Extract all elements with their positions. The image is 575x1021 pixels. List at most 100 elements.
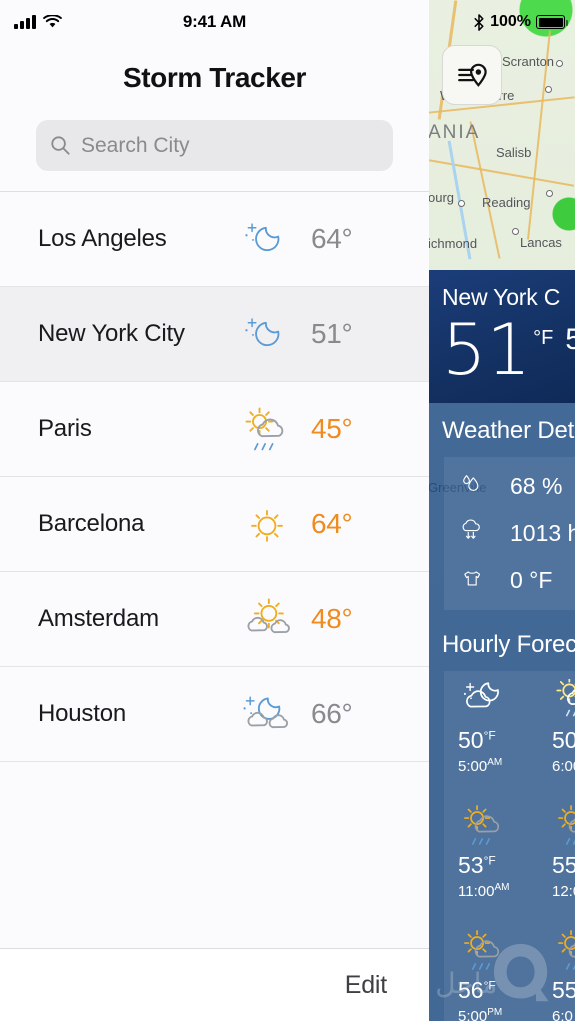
sun-cloud-icon: [552, 677, 575, 721]
humidity-drops-icon: [463, 474, 479, 491]
hourly-time-value: 6:0: [552, 1008, 573, 1021]
current-temperature-line: 51 °F 58: [442, 315, 575, 384]
current-temperature-unit: °F: [533, 327, 554, 349]
hourly-temperature-unit: °F: [483, 728, 496, 743]
map-place-label: Scranton: [502, 54, 555, 69]
city-temperature: 64°: [311, 223, 353, 254]
hourly-time-value: 6:00: [552, 758, 575, 775]
sun-cloud-rain-icon: [464, 805, 500, 845]
weather-details-rows: 68 % 1013 h 0 °F: [444, 457, 575, 610]
hourly-forecast-cell[interactable]: 50 6:00: [538, 671, 575, 796]
hourly-time-value: 5:00: [458, 758, 488, 775]
map-list-pin-icon: [458, 63, 487, 87]
hourly-forecast-cell[interactable]: 56°F 5:00PM: [444, 921, 538, 1021]
city-name: Barcelona: [38, 510, 145, 537]
hourly-forecast-cell[interactable]: 55 6:0: [538, 921, 575, 1021]
battery-full-icon: [536, 15, 568, 29]
hourly-temperature-value: 55: [552, 852, 575, 878]
city-list-item-amsterdam[interactable]: Amsterdam 48°: [0, 572, 429, 667]
tshirt-icon: [464, 570, 481, 586]
hourly-time-meridiem: PM: [487, 1007, 503, 1018]
sun-cloud-rain-icon: [552, 804, 575, 846]
hourly-time: 6:0: [552, 1007, 573, 1021]
hourly-forecast-section: Hourly Forec 50°F5:00AM 506:00 53°F11:00…: [428, 617, 575, 1021]
weather-overlay: New York C 51 °F 58 Weather Det 68 % 1: [428, 270, 575, 1021]
city-list[interactable]: Los Angeles 64° New York City 51° Paris 45…: [0, 191, 429, 948]
hourly-temperature-value: 56: [458, 977, 484, 1003]
hourly-temperature-value: 55: [552, 977, 575, 1003]
search-icon: [51, 136, 70, 155]
bluetooth-icon: [474, 13, 484, 31]
pressure-cloud-icon: [462, 517, 496, 551]
weather-detail-row: 0 °F: [444, 557, 575, 604]
edit-button[interactable]: Edit: [345, 971, 387, 1000]
hourly-temperature-value: 50: [458, 727, 484, 753]
moon-cloud-icon: [458, 679, 510, 721]
hourly-time-value: 11:00: [458, 883, 495, 900]
search-field[interactable]: [36, 120, 393, 171]
current-high-temperature: 58: [565, 323, 575, 356]
hourly-time-value: 5:00: [458, 1008, 488, 1021]
hourly-temperature-value: 50: [552, 727, 575, 753]
page-title: Storm Tracker: [122, 62, 307, 93]
hourly-time-meridiem: AM: [494, 882, 510, 893]
city-temperature: 45°: [311, 413, 353, 444]
map-list-pin-button[interactable]: [442, 45, 502, 105]
city-list-item-houston[interactable]: Houston 66°: [0, 667, 429, 762]
city-list-item-los-angeles[interactable]: Los Angeles 64°: [0, 192, 429, 287]
city-list-item-new-york-city[interactable]: New York City 51°: [0, 287, 429, 382]
city-list-panel: 9:41 AM Storm Tracker Los Angeles 64°New…: [0, 0, 429, 1021]
city-weather-icon: [223, 211, 311, 267]
map-city-dot: [545, 86, 552, 93]
map-place-label: Salisb: [496, 145, 532, 160]
sun-clouds-icon: [247, 598, 290, 634]
city-temperature: 64°: [311, 508, 353, 539]
hourly-time-meridiem: AM: [487, 757, 503, 768]
hourly-temperature-unit: °F: [483, 978, 496, 993]
sun-cloud-rain-icon: [464, 930, 500, 970]
city-list-item-paris[interactable]: Paris 45°: [0, 382, 429, 477]
battery-percent-label: 100%: [490, 13, 531, 30]
city-temperature: 66°: [311, 698, 353, 729]
hourly-temperature: 55: [552, 852, 575, 879]
hourly-time: 5:00AM: [458, 757, 502, 775]
city-list-item-barcelona[interactable]: Barcelona 64°: [0, 477, 429, 572]
hourly-temperature-value: 53: [458, 852, 484, 878]
weather-detail-panel: ScrantonWilkes-BarreANIAourgReadingLanca…: [428, 0, 575, 1021]
map-city-dot: [512, 228, 519, 235]
hourly-temperature: 56°F: [458, 977, 496, 1004]
moon-clouds-icon: [243, 696, 288, 729]
city-temperature: 48°: [311, 603, 353, 634]
hourly-temperature-unit: °F: [483, 853, 496, 868]
map-city-dot: [458, 200, 465, 207]
status-bar: 9:41 AM: [0, 0, 429, 44]
hourly-temperature: 50°F: [458, 727, 496, 754]
city-temperature: 51°: [311, 318, 353, 349]
hourly-forecast-cell[interactable]: 50°F 5:00AM: [444, 671, 538, 796]
current-city-name: New York C: [442, 284, 561, 310]
moon-cloud-icon: [463, 682, 499, 708]
weather-detail-row: 68 %: [444, 463, 575, 510]
sun-cloud-rain-icon: [552, 929, 575, 971]
moon-clear-icon: [245, 318, 280, 347]
search-input[interactable]: [81, 133, 379, 158]
hourly-forecast-cell[interactable]: 53°F 11:00AM: [444, 796, 538, 921]
weather-detail-value: 1013 h: [510, 520, 575, 546]
map-place-label: ANIA: [428, 122, 481, 143]
hourly-forecast-grid[interactable]: 50°F5:00AM 506:00 53°F11:00AM 5512:0 56°…: [444, 671, 575, 1021]
hourly-temperature: 53°F: [458, 852, 496, 879]
pressure-cloud-icon: [462, 519, 480, 539]
city-weather-icon: [223, 591, 311, 647]
map-place-label: Lancas: [520, 235, 562, 250]
city-list-empty-space: [0, 762, 429, 948]
city-name: Amsterdam: [38, 605, 159, 632]
current-conditions-card[interactable]: New York C 51 °F 58: [428, 270, 575, 403]
weather-detail-value: 68 %: [510, 473, 563, 499]
tshirt-icon: [462, 564, 496, 598]
hourly-forecast-cell[interactable]: 55 12:0: [538, 796, 575, 921]
hourly-time: 6:00: [552, 757, 575, 775]
city-weather-icon: [223, 306, 311, 362]
sun-cloud-rain-icon: [558, 930, 575, 970]
weather-details-title: Weather Det: [442, 417, 575, 444]
city-name: Paris: [38, 415, 92, 442]
